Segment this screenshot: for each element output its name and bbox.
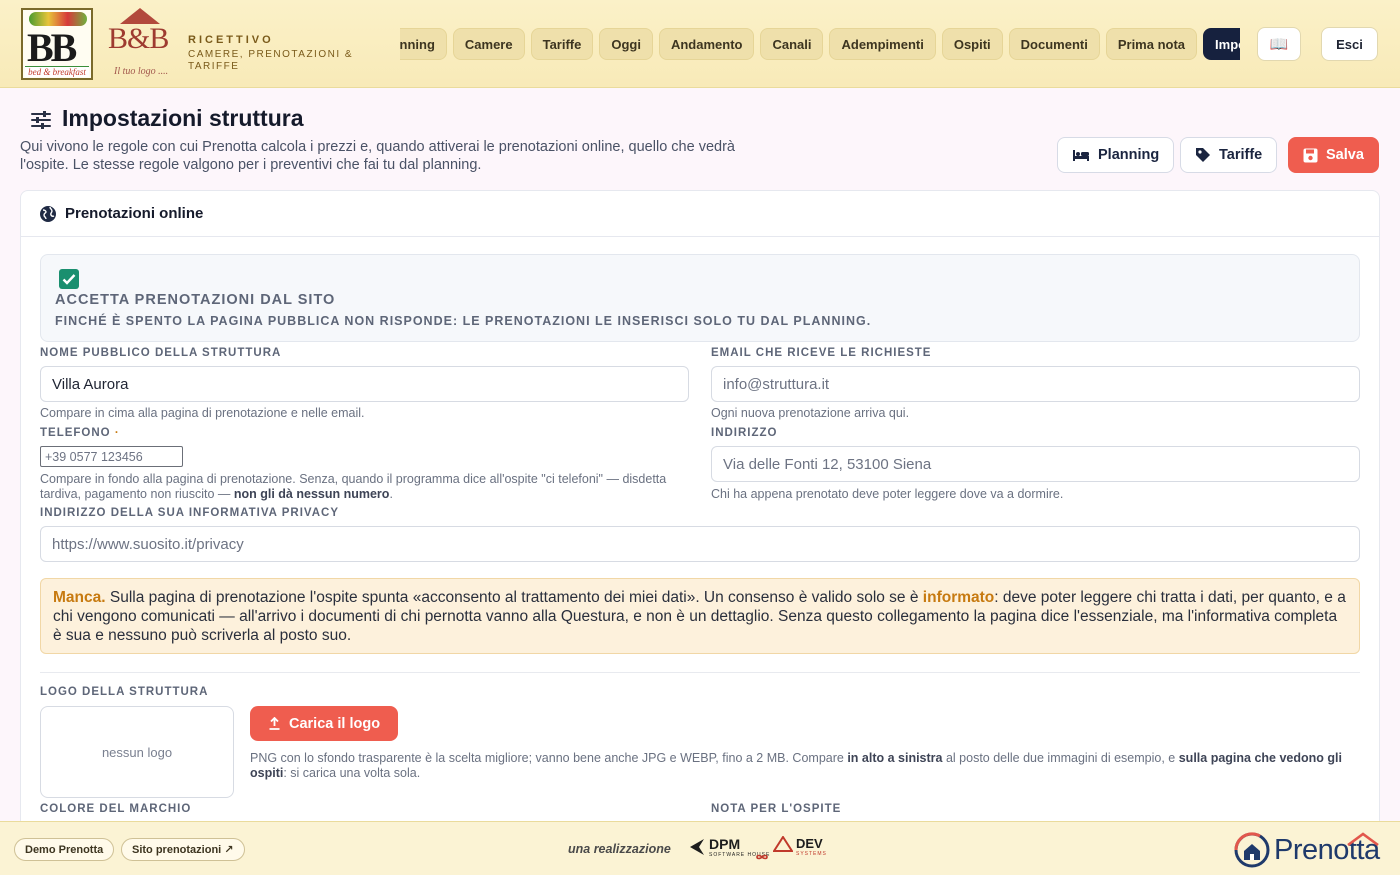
prenotta-logo: Prenotta (1234, 830, 1380, 870)
check-icon (62, 274, 76, 285)
logo-hint-b1: in alto a sinistra (847, 751, 943, 765)
credit-text: una realizzazione (568, 842, 671, 856)
footer: Demo Prenotta Sito prenotazioni ↗ una re… (0, 821, 1400, 875)
logo-tagline: Il tuo logo .... (114, 66, 169, 77)
bed-icon (1073, 150, 1089, 161)
name-label: NOME PUBBLICO DELLA STRUTTURA (40, 347, 282, 359)
email-label: EMAIL CHE RICEVE LE RICHIESTE (711, 347, 932, 359)
card-title: Prenotazioni online (65, 205, 204, 222)
sliders-icon (31, 111, 51, 129)
accept-bookings-toggle: ACCETTA PRENOTAZIONI DAL SITO FINCHÉ È S… (40, 254, 1360, 342)
dev-triangle-icon (773, 836, 793, 852)
logo-letters: BB (27, 25, 77, 70)
globe-icon (40, 206, 56, 222)
nav-oggi[interactable]: Oggi (599, 28, 653, 60)
planning-button[interactable]: Planning (1057, 137, 1175, 173)
logo-label: LOGO DELLA STRUTTURA (40, 686, 209, 698)
dev-name: DEV (796, 836, 823, 851)
phone-hint: Compare in fondo alla pagina di prenotaz… (40, 472, 700, 502)
tariffe-button-label: Tariffe (1219, 147, 1263, 163)
accept-bookings-title: ACCETTA PRENOTAZIONI DAL SITO (55, 292, 336, 308)
email-input[interactable] (711, 366, 1360, 402)
main-nav: Planning Camere Tariffe Oggi Andamento C… (400, 28, 1240, 60)
address-hint: Chi ha appena prenotato deve poter legge… (711, 487, 1064, 501)
top-bar: BB bed & breakfast B&B Il tuo logo .... … (0, 0, 1400, 88)
privacy-url-input[interactable] (40, 526, 1360, 562)
demo-pill[interactable]: Demo Prenotta (14, 838, 115, 861)
sample-logo-bnb: B&B Il tuo logo .... (106, 6, 176, 82)
page-description: Qui vivono le regole con cui Prenotta ca… (20, 139, 735, 173)
brand-text: RICETTIVO CAMERE, PRENOTAZIONI & TARIFFE (188, 34, 368, 73)
dev-sub: SYSTEMS (796, 851, 827, 857)
name-hint: Compare in cima alla pagina di prenotazi… (40, 406, 365, 420)
upload-icon (269, 717, 280, 730)
accept-bookings-subtitle: FINCHÉ È SPENTO LA PAGINA PUBBLICA NON R… (55, 314, 872, 328)
logo-hint-1: PNG con lo sfondo trasparente è la scelt… (250, 751, 848, 765)
address-input[interactable] (711, 446, 1360, 482)
nav-ospiti[interactable]: Ospiti (941, 28, 1003, 60)
planning-button-label: Planning (1098, 147, 1160, 163)
dpm-name: DPM (709, 836, 741, 852)
sample-logo-bb: BB bed & breakfast (21, 8, 93, 80)
save-button-label: Salva (1326, 147, 1364, 163)
tag-icon (1196, 148, 1210, 162)
logo-caption: bed & breakfast (25, 66, 89, 77)
public-name-input[interactable] (40, 366, 689, 402)
guide-button[interactable]: 📖 (1257, 27, 1301, 61)
booking-site-link[interactable]: Sito prenotazioni ↗ (121, 838, 245, 861)
prenotta-house-icon (1234, 832, 1270, 868)
card-header: Prenotazioni online (21, 191, 1379, 237)
accept-bookings-checkbox[interactable] (59, 269, 79, 289)
dev-logo: DEV SYSTEMS (796, 836, 827, 857)
section-divider (40, 672, 1360, 673)
phone-input[interactable] (40, 446, 183, 467)
nav-impostazioni[interactable]: Impostazioni (1203, 28, 1240, 60)
phone-label-mark: · (114, 427, 120, 439)
logo-preview: nessun logo (40, 706, 234, 798)
upload-logo-label: Carica il logo (289, 715, 381, 732)
upload-logo-button[interactable]: Carica il logo (250, 706, 399, 741)
warning-lead: Manca. (53, 589, 106, 606)
nav-prima-nota[interactable]: Prima nota (1105, 28, 1198, 60)
logo-hint-2: al posto delle due immagini di esempio, … (942, 751, 1179, 765)
phone-label-text: TELEFONO (40, 427, 111, 439)
nav-adempimenti[interactable]: Adempimenti (829, 28, 936, 60)
address-label: INDIRIZZO (711, 427, 778, 439)
email-hint: Ogni nuova prenotazione arriva qui. (711, 406, 910, 420)
privacy-label: INDIRIZZO DELLA SUA INFORMATIVA PRIVACY (40, 507, 340, 519)
floppy-icon (1303, 148, 1318, 162)
warning-highlight: informato (922, 589, 995, 606)
save-button[interactable]: Salva (1288, 137, 1379, 173)
nav-andamento[interactable]: Andamento (658, 28, 755, 60)
phone-label: TELEFONO · (40, 427, 120, 439)
tariffe-button[interactable]: Tariffe (1180, 137, 1278, 173)
phone-hint-bold: non gli dà nessun numero (233, 487, 390, 501)
brand-color-label: COLORE DEL MARCHIO (40, 803, 192, 815)
nav-planning[interactable]: Planning (400, 28, 447, 60)
nav-canali[interactable]: Canali (760, 28, 824, 60)
guest-note-label: NOTA PER L'OSPITE (711, 803, 842, 815)
dpm-arrow-icon (690, 839, 704, 855)
warning-text-1: Sulla pagina di prenotazione l'ospite sp… (105, 589, 923, 606)
brand-line-2: CAMERE, PRENOTAZIONI & TARIFFE (188, 49, 354, 72)
nav-camere[interactable]: Camere (452, 28, 525, 60)
roof-accent-icon (1347, 832, 1379, 846)
page-title: Impostazioni struttura (62, 105, 304, 131)
exit-button[interactable]: Esci (1321, 27, 1378, 61)
logo-letters: B&B (108, 22, 169, 55)
logo-hint: PNG con lo sfondo trasparente è la scelt… (250, 751, 1350, 781)
infinity-icon (756, 854, 768, 860)
nav-documenti[interactable]: Documenti (1008, 28, 1100, 60)
privacy-warning: Manca. Sulla pagina di prenotazione l'os… (40, 578, 1360, 654)
book-icon: 📖 (1269, 36, 1289, 53)
phone-hint-end: . (389, 487, 393, 501)
logo-hint-3: : si carica una volta sola. (283, 766, 421, 780)
brand-line-1: RICETTIVO (188, 34, 274, 46)
nav-tariffe[interactable]: Tariffe (530, 28, 594, 60)
